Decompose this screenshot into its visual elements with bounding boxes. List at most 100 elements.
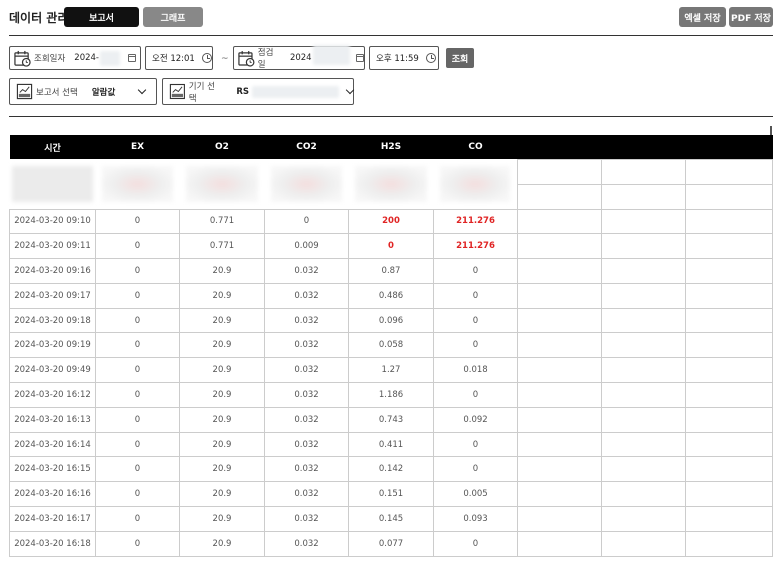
report-select-value: 알람값 bbox=[91, 87, 116, 98]
report-select[interactable]: 보고서 선택 알람값 bbox=[9, 78, 157, 105]
table-row: 2024-03-20 16:15 0 20.9 0.032 0.142 0 bbox=[9, 456, 773, 483]
table-cell: 0 bbox=[95, 406, 180, 433]
table-cell: 0.096 bbox=[348, 307, 434, 334]
table-row: 2024-03-20 16:13 0 20.9 0.032 0.743 0.092 bbox=[9, 406, 773, 433]
empty-cell bbox=[517, 282, 602, 309]
table-cell: 0.058 bbox=[348, 332, 434, 359]
table-cell: 0 bbox=[433, 258, 518, 284]
calendar-clock-icon bbox=[14, 50, 31, 67]
start-time-field[interactable]: 오전 12:01 bbox=[145, 46, 213, 70]
empty-cell bbox=[517, 233, 602, 260]
table-cell: 0 bbox=[95, 282, 180, 309]
column-header[interactable]: H2S bbox=[348, 135, 434, 159]
column-header-empty bbox=[601, 135, 686, 159]
end-date-field[interactable]: 점검일 2024 bbox=[233, 45, 365, 70]
column-header[interactable]: EX bbox=[95, 135, 180, 159]
calendar-icon[interactable] bbox=[356, 54, 364, 62]
tab-graph[interactable]: 그래프 bbox=[143, 7, 203, 27]
empty-cell bbox=[601, 506, 686, 532]
table-row: 2024-03-20 16:14 0 20.9 0.032 0.411 0 bbox=[9, 431, 773, 458]
end-date-label: 점검일 bbox=[257, 48, 274, 70]
table-cell: 0.032 bbox=[264, 506, 349, 532]
table-cell: 0 bbox=[348, 233, 434, 260]
table-cell: 0.032 bbox=[264, 357, 349, 384]
table-cell: 0.032 bbox=[264, 481, 349, 508]
empty-cell bbox=[685, 357, 773, 384]
column-header[interactable]: O2 bbox=[179, 135, 265, 159]
column-header[interactable]: CO bbox=[433, 135, 518, 159]
search-button[interactable]: 조회 bbox=[446, 48, 474, 68]
column-header[interactable]: CO2 bbox=[264, 135, 349, 159]
empty-cell bbox=[601, 481, 686, 508]
table-cell: 20.9 bbox=[179, 431, 265, 458]
empty-cell bbox=[685, 456, 773, 483]
table-header-row: 시간 EX O2 CO2 H2S CO bbox=[9, 135, 773, 159]
start-date-field[interactable]: 조회일자 2024- bbox=[9, 46, 141, 70]
table-cell: 20.9 bbox=[179, 282, 265, 309]
empty-cell bbox=[601, 382, 686, 408]
data-table: 시간 EX O2 CO2 H2S CO 2024-03-20 09:10 0 0… bbox=[9, 135, 773, 557]
table-cell: 0.032 bbox=[264, 258, 349, 284]
column-header-empty bbox=[685, 135, 773, 159]
table-row: 2024-03-20 16:16 0 20.9 0.032 0.151 0.005 bbox=[9, 481, 773, 508]
table-cell: 20.9 bbox=[179, 406, 265, 433]
table-cell: 0.032 bbox=[264, 406, 349, 433]
empty-cell bbox=[601, 183, 686, 210]
empty-cell bbox=[685, 406, 773, 433]
start-date-label: 조회일자 bbox=[34, 54, 66, 64]
table-cell: 0.093 bbox=[433, 506, 518, 532]
start-time-value: 오전 12:01 bbox=[152, 54, 195, 64]
table-cell: 0.032 bbox=[264, 282, 349, 309]
table-cell: 211.276 bbox=[433, 233, 518, 260]
table-cell: 0 bbox=[95, 233, 180, 260]
empty-cell bbox=[517, 332, 602, 359]
table-cell: 0.771 bbox=[179, 208, 265, 235]
table-cell: 0.032 bbox=[264, 456, 349, 483]
device-select[interactable]: 기기 선택 RS bbox=[162, 78, 355, 105]
empty-cell bbox=[685, 506, 773, 532]
empty-cell bbox=[685, 183, 773, 210]
calendar-icon[interactable] bbox=[127, 54, 136, 62]
table-cell: 2024-03-20 16:15 bbox=[9, 456, 96, 483]
header-divider bbox=[9, 35, 773, 36]
table-cell: 2024-03-20 09:18 bbox=[9, 307, 96, 334]
table-cell: 20.9 bbox=[179, 506, 265, 532]
section-divider bbox=[9, 116, 773, 117]
empty-cell bbox=[601, 208, 686, 235]
table-cell: 0.032 bbox=[264, 382, 349, 408]
table-cell: 0.151 bbox=[348, 481, 434, 508]
table-cell: 0.145 bbox=[348, 506, 434, 532]
table-cell: 0 bbox=[95, 332, 180, 359]
empty-cell bbox=[601, 456, 686, 483]
table-cell: 2024-03-20 09:49 bbox=[9, 357, 96, 384]
table-row: 2024-03-20 09:49 0 20.9 0.032 1.27 0.018 bbox=[9, 357, 773, 384]
table-cell: 2024-03-20 09:17 bbox=[9, 282, 96, 309]
redacted-cell bbox=[265, 159, 349, 209]
table-cell: 0 bbox=[433, 431, 518, 458]
table-row: 2024-03-20 16:17 0 20.9 0.032 0.145 0.093 bbox=[9, 506, 773, 532]
table-cell: 0.092 bbox=[433, 406, 518, 433]
empty-cell bbox=[685, 481, 773, 508]
tab-report[interactable]: 보고서 bbox=[64, 7, 139, 27]
table-cell: 2024-03-20 16:14 bbox=[9, 431, 96, 458]
clock-icon[interactable] bbox=[425, 53, 436, 63]
table-row: 2024-03-20 09:10 0 0.771 0 200 211.276 bbox=[9, 208, 773, 235]
end-time-field[interactable]: 오후 11:59 bbox=[369, 46, 439, 70]
empty-cell bbox=[517, 456, 602, 483]
table-cell: 20.9 bbox=[179, 456, 265, 483]
table-cell: 0 bbox=[433, 282, 518, 309]
clock-icon[interactable] bbox=[201, 53, 212, 63]
column-header[interactable]: 시간 bbox=[9, 135, 96, 159]
empty-cell bbox=[685, 258, 773, 284]
report-select-label: 보고서 선택 bbox=[36, 87, 78, 98]
pdf-save-button[interactable]: PDF 저장 bbox=[729, 7, 773, 27]
table-cell: 0.032 bbox=[264, 307, 349, 334]
empty-cell bbox=[517, 158, 602, 185]
empty-cell bbox=[601, 307, 686, 334]
empty-cell bbox=[685, 530, 773, 557]
table-cell: 2024-03-20 09:19 bbox=[9, 332, 96, 359]
table-cell: 2024-03-20 16:13 bbox=[9, 406, 96, 433]
excel-save-button[interactable]: 엑셀 저장 bbox=[679, 7, 726, 27]
table-cell: 1.186 bbox=[348, 382, 434, 408]
column-header-empty bbox=[517, 135, 602, 159]
